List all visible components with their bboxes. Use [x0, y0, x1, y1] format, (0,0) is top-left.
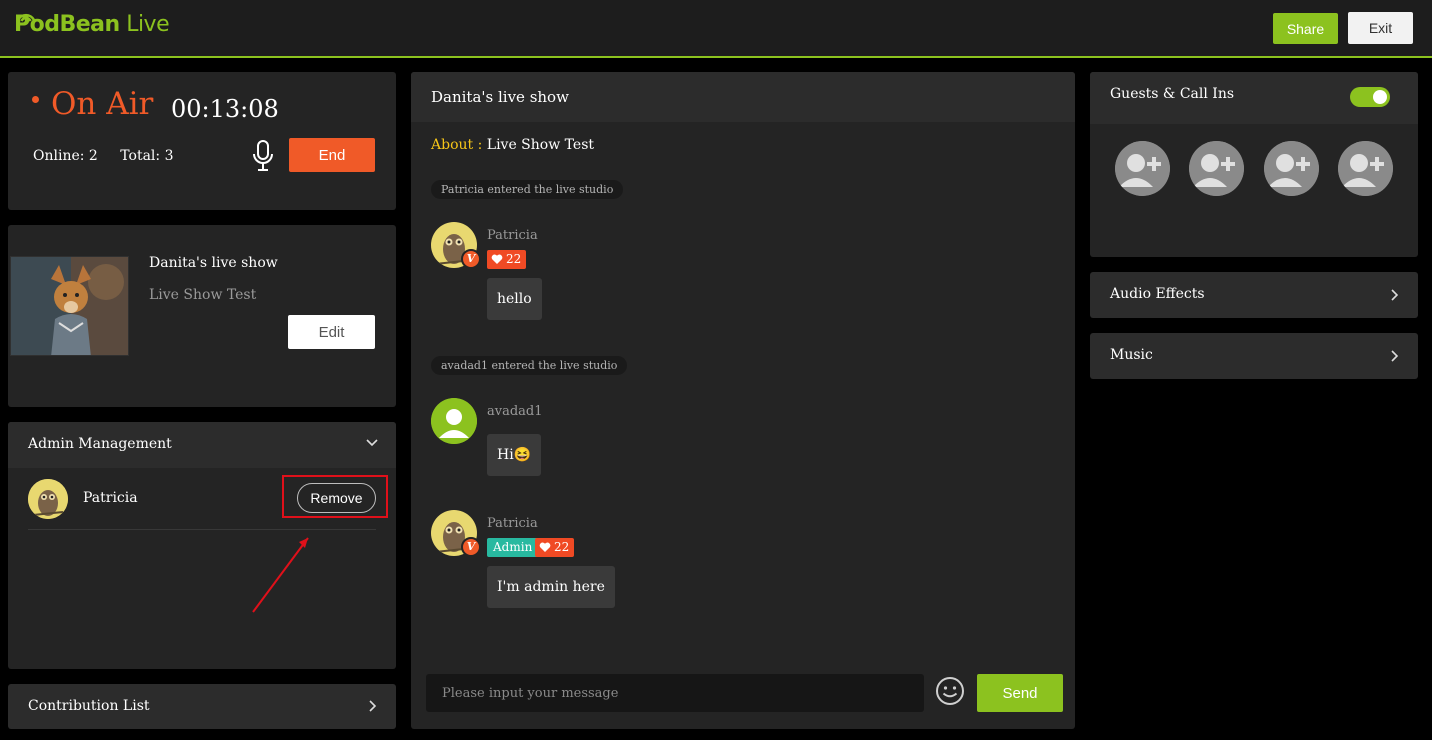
chat-username: Patricia — [487, 228, 538, 243]
admin-avatar — [28, 479, 68, 519]
admin-role-badge: Admin — [487, 538, 539, 557]
logo-brand: PodBean — [14, 12, 120, 37]
heart-count-badge: 22 — [535, 538, 575, 557]
end-button[interactable]: End — [289, 138, 375, 172]
contribution-list-title: Contribution List — [28, 698, 150, 714]
divider — [28, 529, 376, 530]
edit-button[interactable]: Edit — [288, 315, 375, 349]
audio-effects-title: Audio Effects — [1110, 286, 1205, 302]
add-guest-slot[interactable] — [1189, 141, 1244, 196]
annotation-arrow-icon — [252, 537, 309, 613]
chat-title: Danita's live show — [431, 88, 569, 106]
system-message: avadad1 entered the live studio — [431, 356, 628, 375]
top-bar: PodBean Live Share Exit — [0, 0, 1432, 58]
admin-management-title: Admin Management — [28, 436, 172, 452]
chat-bubble: I'm admin here — [487, 566, 615, 608]
chat-header: Danita's live show — [411, 72, 1075, 122]
add-user-icon — [1115, 141, 1170, 196]
on-air-status: On Air — [51, 86, 154, 122]
chat-username: avadad1 — [487, 404, 543, 419]
show-thumbnail — [10, 256, 129, 356]
chat-bubble: hello — [487, 278, 542, 320]
add-user-icon — [1338, 141, 1393, 196]
guests-header: Guests & Call Ins — [1090, 72, 1418, 124]
exit-button[interactable]: Exit — [1348, 12, 1413, 44]
contribution-list-row[interactable]: Contribution List — [8, 684, 396, 729]
listener-stats: Online: 2 Total: 3 — [33, 148, 192, 164]
chevron-right-icon — [1391, 350, 1399, 362]
add-user-icon — [1264, 141, 1319, 196]
admin-name: Patricia — [83, 490, 138, 506]
chat-avatar[interactable] — [431, 398, 477, 444]
verified-badge: V — [461, 537, 481, 557]
add-guest-slot[interactable] — [1264, 141, 1319, 196]
system-message: Patricia entered the live studio — [431, 180, 624, 199]
online-count: Online: 2 — [33, 148, 98, 164]
toggle-knob — [1373, 90, 1387, 104]
show-title: Danita's live show — [149, 255, 278, 271]
on-air-dot — [32, 96, 39, 103]
guests-toggle[interactable] — [1350, 87, 1390, 107]
heart-count: 22 — [554, 540, 570, 554]
admin-management-header[interactable]: Admin Management — [8, 422, 396, 468]
about-value: Live Show Test — [486, 137, 595, 153]
audio-effects-row[interactable]: Audio Effects — [1090, 272, 1418, 318]
heart-icon — [491, 254, 503, 264]
logo-suffix: Live — [126, 12, 170, 37]
share-button[interactable]: Share — [1273, 13, 1338, 44]
music-title: Music — [1110, 347, 1153, 363]
heart-count: 22 — [506, 252, 522, 266]
add-guest-slot[interactable] — [1115, 141, 1170, 196]
message-input[interactable] — [426, 674, 924, 712]
about-line: About : Live Show Test — [431, 137, 594, 153]
chat-panel — [411, 72, 1075, 729]
add-user-icon — [1189, 141, 1244, 196]
emoji-icon[interactable] — [935, 676, 965, 710]
chevron-right-icon — [369, 700, 377, 712]
heart-icon — [539, 542, 551, 552]
chevron-right-icon — [1391, 289, 1399, 301]
chat-username: Patricia — [487, 516, 538, 531]
total-count: Total: 3 — [120, 148, 174, 164]
guests-title: Guests & Call Ins — [1110, 86, 1235, 102]
music-row[interactable]: Music — [1090, 333, 1418, 379]
chat-bubble: Hi😆 — [487, 434, 542, 476]
default-user-icon — [431, 398, 477, 444]
add-guest-slot[interactable] — [1338, 141, 1393, 196]
chevron-down-icon[interactable] — [365, 435, 379, 449]
podbean-logo: PodBean Live — [12, 12, 170, 37]
microphone-icon[interactable] — [252, 140, 274, 176]
verified-badge: V — [461, 249, 481, 269]
on-air-timer: 00:13:08 — [171, 95, 279, 123]
heart-count-badge: 22 — [487, 250, 527, 269]
annotation-highlight-box — [282, 475, 388, 518]
send-button[interactable]: Send — [977, 674, 1063, 712]
show-description: Live Show Test — [149, 287, 257, 303]
about-label: About : — [431, 137, 483, 153]
